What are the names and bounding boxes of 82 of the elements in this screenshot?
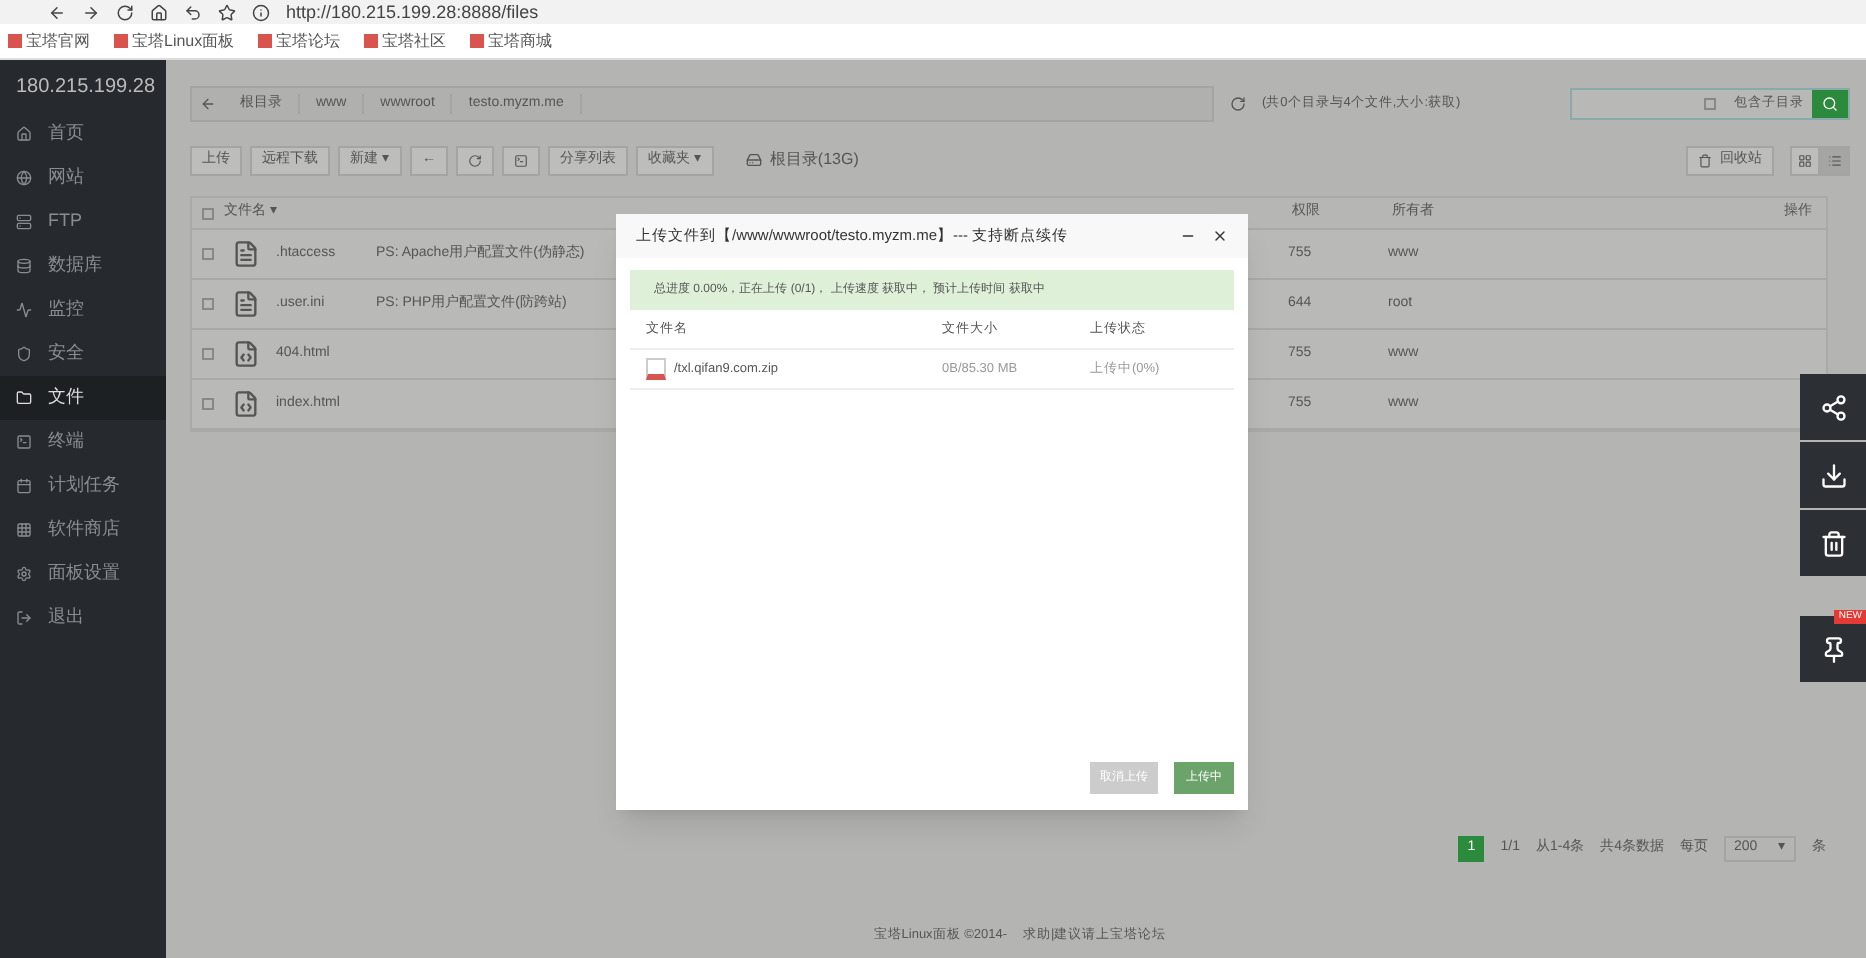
shield-icon	[16, 346, 32, 362]
sidebar-label: 监控	[48, 296, 84, 323]
sidebar-item[interactable]: 首页	[0, 112, 166, 156]
server-icon	[16, 214, 32, 230]
checkbox[interactable]	[202, 398, 214, 410]
file-icon	[232, 290, 260, 318]
bookmark-link[interactable]: 宝塔官网	[8, 29, 90, 53]
sidebar-label: 首页	[48, 120, 84, 147]
refresh-icon	[467, 153, 482, 167]
sidebar-label: 软件商店	[48, 516, 120, 543]
search-button[interactable]	[1812, 90, 1848, 118]
checkbox[interactable]	[202, 348, 214, 360]
sidebar-item[interactable]: 退出	[0, 596, 166, 640]
download-icon	[1819, 461, 1847, 489]
grid-icon	[1798, 153, 1812, 167]
sidebar-item[interactable]: 网站	[0, 156, 166, 200]
terminal-icon	[513, 153, 528, 167]
grid-icon	[16, 522, 32, 538]
sidebar-label: 终端	[48, 428, 84, 455]
sidebar-item[interactable]: 软件商店	[0, 508, 166, 552]
refresh-icon[interactable]	[1230, 96, 1246, 112]
logout-icon	[16, 610, 32, 626]
gear-icon	[16, 566, 32, 582]
bookmark-link[interactable]: 宝塔社区	[364, 29, 447, 53]
home-icon[interactable]	[150, 3, 168, 21]
folder-icon	[16, 390, 32, 406]
share-icon	[1819, 393, 1847, 421]
file-icon	[232, 240, 260, 268]
terminal-button[interactable]	[501, 145, 540, 175]
sidebar-item[interactable]: 文件	[0, 376, 166, 420]
database-icon	[16, 258, 32, 274]
bookmark-link[interactable]: 宝塔商城	[470, 29, 553, 53]
globe-icon	[16, 170, 32, 186]
calendar-icon	[16, 478, 32, 494]
sidebar-label: 面板设置	[48, 560, 120, 587]
host-address: 180.215.199.28	[16, 73, 156, 101]
star-icon[interactable]	[218, 3, 236, 21]
sidebar-item[interactable]: FTP	[0, 200, 166, 244]
view-toggle[interactable]	[1820, 145, 1850, 175]
sidebar-item[interactable]: 面板设置	[0, 552, 166, 596]
info-icon	[252, 3, 270, 21]
html-file-icon	[232, 340, 260, 368]
sidebar-label: 数据库	[48, 252, 102, 279]
reload-icon[interactable]	[116, 3, 134, 21]
checkbox[interactable]	[202, 298, 214, 310]
terminal-icon	[16, 434, 32, 450]
sidebar-item[interactable]: 数据库	[0, 244, 166, 288]
bookmark-link[interactable]: 宝塔Linux面板	[114, 29, 235, 53]
sidebar-label: 文件	[48, 384, 84, 411]
sidebar-item[interactable]: 终端	[0, 420, 166, 464]
list-icon	[1828, 153, 1842, 167]
sidebar-label: 退出	[48, 604, 84, 631]
checkbox[interactable]	[202, 248, 214, 260]
sidebar-label: 计划任务	[48, 472, 120, 499]
disk-label: 根目录(13G)	[769, 148, 859, 172]
sidebar-label: 网站	[48, 164, 84, 191]
sidebar-label: 安全	[48, 340, 84, 367]
checkbox[interactable]	[1704, 98, 1716, 110]
undo-icon[interactable]	[184, 3, 202, 21]
sidebar-item[interactable]: 计划任务	[0, 464, 166, 508]
forward-icon[interactable]	[82, 3, 100, 21]
sidebar-label: FTP	[48, 208, 82, 235]
share-tool-button[interactable]	[1800, 374, 1866, 440]
trash-tool-button[interactable]	[1800, 510, 1866, 576]
trash-icon	[1698, 153, 1712, 167]
sidebar-item[interactable]: 安全	[0, 332, 166, 376]
view-toggle[interactable]	[1790, 145, 1820, 175]
zip-file-icon	[646, 358, 666, 380]
sidebar-item[interactable]: 监控	[0, 288, 166, 332]
activity-icon	[16, 302, 32, 318]
refresh-button[interactable]	[455, 145, 494, 175]
search-icon	[1822, 96, 1838, 112]
back-icon[interactable]	[48, 3, 66, 21]
close-icon[interactable]	[1212, 228, 1228, 244]
download-tool-button[interactable]	[1800, 442, 1866, 508]
home-icon	[16, 126, 32, 142]
checkbox[interactable]	[202, 207, 214, 219]
trash-icon	[1819, 529, 1847, 557]
pin-icon	[1819, 635, 1847, 663]
html-file-icon	[232, 390, 260, 418]
bookmark-link[interactable]: 宝塔论坛	[258, 29, 341, 53]
address-bar[interactable]: http://180.215.199.28:8888/files	[286, 3, 539, 21]
